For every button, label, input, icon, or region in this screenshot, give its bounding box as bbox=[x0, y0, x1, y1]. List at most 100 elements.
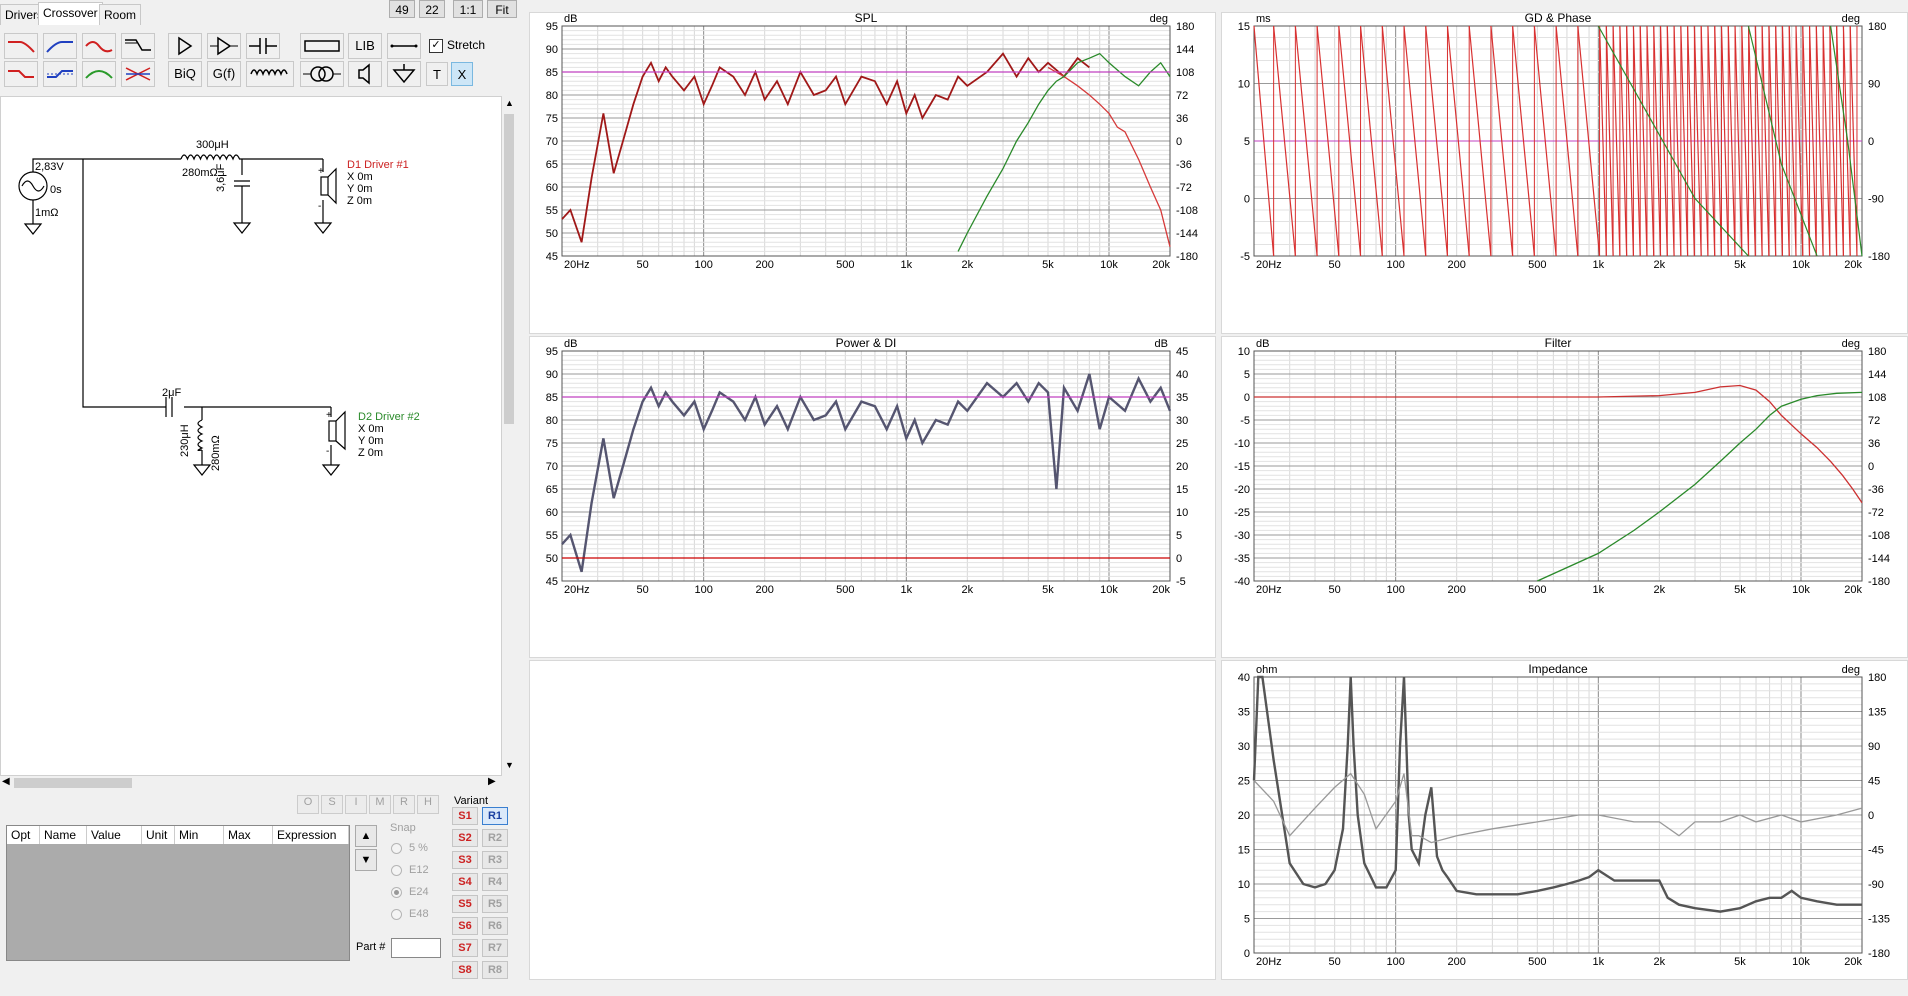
driver-1-name[interactable]: D1 Driver #1 bbox=[347, 159, 409, 171]
ground-tool[interactable] bbox=[387, 61, 421, 87]
l1-resistance-label: 280mΩ bbox=[182, 167, 218, 179]
gd-left-tick: -5 bbox=[1240, 251, 1250, 263]
scroll-up-arrow[interactable]: ▲ bbox=[505, 98, 514, 108]
transformer-tool[interactable] bbox=[300, 61, 344, 87]
opt-button-m[interactable]: M bbox=[369, 795, 391, 814]
scroll-left-arrow[interactable]: ◀ bbox=[2, 776, 10, 787]
wire-tool[interactable] bbox=[387, 33, 421, 59]
snap-radio-e24[interactable] bbox=[391, 887, 402, 898]
highpass-filter-tool[interactable] bbox=[43, 33, 77, 59]
variant-s6-button[interactable]: S6 bbox=[452, 917, 478, 935]
schematic-canvas[interactable]: + - + - 2,83V 0s 1mΩ 300μH 280mΩ 3,6μF D… bbox=[0, 96, 502, 776]
schematic-vertical-scrollbar[interactable]: ▲ ▼ bbox=[502, 96, 516, 776]
amplifier-tool[interactable] bbox=[168, 33, 202, 59]
variant-r5-button[interactable]: R5 bbox=[482, 895, 508, 913]
spl-x-tick: 100 bbox=[694, 259, 712, 271]
opt-button-i[interactable]: I bbox=[345, 795, 367, 814]
variant-s3-button[interactable]: S3 bbox=[452, 851, 478, 869]
power-right-tick: 5 bbox=[1176, 530, 1182, 542]
delete-tool[interactable]: X bbox=[451, 62, 473, 86]
zoom-49-button[interactable]: 49 bbox=[389, 0, 415, 18]
filter-x-tick: 20k bbox=[1844, 584, 1862, 596]
col-expression[interactable]: Expression bbox=[272, 826, 349, 844]
variant-s7-button[interactable]: S7 bbox=[452, 939, 478, 957]
zoom-22-button[interactable]: 22 bbox=[419, 0, 445, 18]
gd-phase-chart-panel[interactable]: GD & Phase ms deg 15 10 5 0 -5 180 90 0 -90 -180 20Hz… bbox=[1221, 11, 1908, 334]
opt-button-o[interactable]: O bbox=[297, 795, 319, 814]
variant-s1-button[interactable]: S1 bbox=[452, 807, 478, 825]
inductor-tool[interactable] bbox=[246, 61, 294, 87]
capacitor-tool[interactable] bbox=[246, 33, 280, 59]
filter-left-tick: -35 bbox=[1234, 553, 1250, 565]
shelf-filter-tool[interactable] bbox=[121, 33, 155, 59]
col-min[interactable]: Min bbox=[174, 826, 224, 844]
driver-2-name[interactable]: D2 Driver #2 bbox=[358, 411, 420, 423]
library-button[interactable]: LIB bbox=[348, 33, 382, 59]
text-tool[interactable]: T bbox=[426, 62, 448, 86]
zoom-1to1-button[interactable]: 1:1 bbox=[453, 0, 483, 18]
bandpass-filter-tool[interactable] bbox=[82, 33, 116, 59]
variant-r2-button[interactable]: R2 bbox=[482, 829, 508, 847]
snap-radio-5[interactable] bbox=[391, 843, 402, 854]
buffer-tool[interactable] bbox=[207, 33, 241, 59]
move-up-button[interactable]: ▲ bbox=[355, 825, 377, 847]
col-max[interactable]: Max bbox=[223, 826, 273, 844]
allpass-tool[interactable] bbox=[121, 61, 155, 87]
power-x-tick: 5k bbox=[1042, 584, 1054, 596]
impedance-chart-panel[interactable]: Impedance ohm deg 40 35 30 25 20 15 10 5 0 180 135 90 4… bbox=[1221, 660, 1908, 980]
imp-x-tick: 1k bbox=[1593, 956, 1605, 968]
variant-s5-button[interactable]: S5 bbox=[452, 895, 478, 913]
spl-right-tick: 72 bbox=[1176, 90, 1188, 102]
filter-chart-panel[interactable]: Filter dB deg 10 5 0 -5 -10 -15 -20 -25 -30 -35 -40 18… bbox=[1221, 336, 1908, 658]
col-opt[interactable]: Opt bbox=[7, 826, 40, 844]
variant-r4-button[interactable]: R4 bbox=[482, 873, 508, 891]
driver-2-x: X 0m bbox=[358, 423, 384, 435]
variant-r3-button[interactable]: R3 bbox=[482, 851, 508, 869]
filter-x-tick: 20Hz bbox=[1256, 584, 1282, 596]
opt-button-r[interactable]: R bbox=[393, 795, 415, 814]
power-x-tick: 10k bbox=[1100, 584, 1118, 596]
opt-button-h[interactable]: H bbox=[417, 795, 439, 814]
imp-x-tick: 2k bbox=[1654, 956, 1666, 968]
variant-s2-button[interactable]: S2 bbox=[452, 829, 478, 847]
tab-room[interactable]: Room bbox=[99, 4, 142, 25]
vertical-scroll-thumb[interactable] bbox=[504, 114, 514, 424]
variant-s4-button[interactable]: S4 bbox=[452, 873, 478, 891]
source-voltage-label: 2,83V bbox=[35, 161, 64, 173]
col-value[interactable]: Value bbox=[86, 826, 142, 844]
variant-r1-button[interactable]: R1 bbox=[482, 807, 508, 825]
inductor-l2-icon[interactable] bbox=[197, 419, 204, 452]
col-unit[interactable]: Unit bbox=[141, 826, 175, 844]
lowpass-filter-tool[interactable] bbox=[4, 33, 38, 59]
snap-radio-e48[interactable] bbox=[391, 909, 402, 920]
snap-radio-e12[interactable] bbox=[391, 865, 402, 876]
spl-chart-panel[interactable]: SPL dB deg 95 90 85 80 75 70 65 60 55 50 45 180 144 108 7… bbox=[529, 11, 1216, 334]
tab-crossover[interactable]: Crossover bbox=[38, 2, 103, 25]
speaker-tool[interactable] bbox=[348, 61, 382, 87]
stretch-checkbox[interactable]: ✓ bbox=[429, 39, 443, 53]
highpass-2-tool[interactable] bbox=[43, 61, 77, 87]
variant-r7-button[interactable]: R7 bbox=[482, 939, 508, 957]
power-di-chart-panel[interactable]: Power & DI dB dB 95 90 85 80 75 70 65 60 55 50 45 45 40… bbox=[529, 336, 1216, 658]
move-down-button[interactable]: ▼ bbox=[355, 849, 377, 871]
filter-right-tick: -180 bbox=[1868, 576, 1890, 588]
variant-r6-button[interactable]: R6 bbox=[482, 917, 508, 935]
col-name[interactable]: Name bbox=[39, 826, 87, 844]
zoom-fit-button[interactable]: Fit bbox=[487, 0, 517, 18]
lowpass-2-tool[interactable] bbox=[4, 61, 38, 87]
schematic-horizontal-scrollbar[interactable]: ◀ ▶ bbox=[0, 776, 502, 790]
notch-tool[interactable] bbox=[82, 61, 116, 87]
gf-button[interactable]: G(f) bbox=[207, 61, 241, 87]
resistor-tool[interactable] bbox=[300, 33, 344, 59]
biquad-button[interactable]: BiQ bbox=[168, 61, 202, 87]
variant-s8-button[interactable]: S8 bbox=[452, 961, 478, 979]
inductor-l1-icon[interactable] bbox=[180, 154, 241, 161]
scroll-right-arrow[interactable]: ▶ bbox=[488, 776, 496, 787]
c1-value-label: 3,6μF bbox=[215, 163, 227, 192]
optimizer-table[interactable]: Opt Name Value Unit Min Max Expression bbox=[6, 825, 350, 961]
variant-r8-button[interactable]: R8 bbox=[482, 961, 508, 979]
part-number-input[interactable] bbox=[391, 938, 441, 958]
scroll-down-arrow[interactable]: ▼ bbox=[505, 760, 514, 770]
horizontal-scroll-thumb[interactable] bbox=[14, 778, 132, 788]
opt-button-s[interactable]: S bbox=[321, 795, 343, 814]
